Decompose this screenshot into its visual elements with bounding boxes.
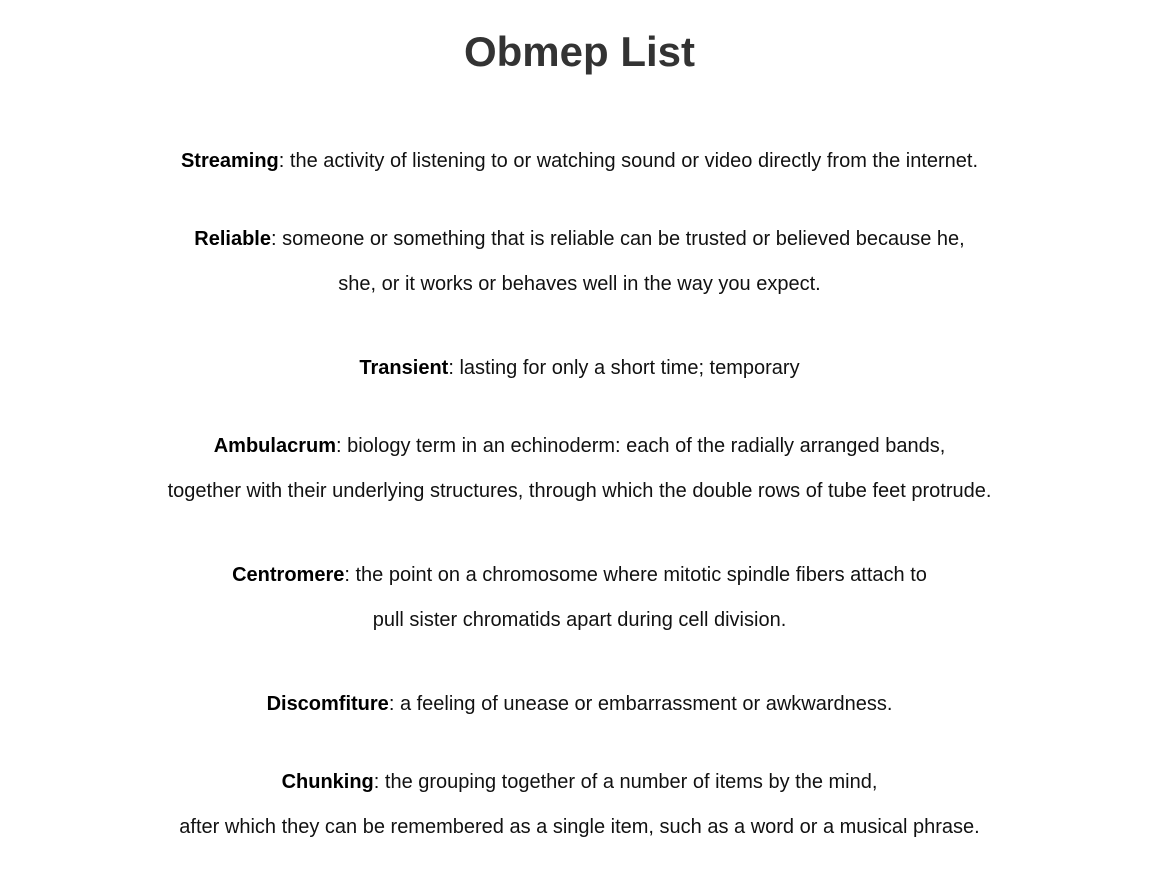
term-separator: : (448, 357, 460, 379)
definition-entry: Streaming: the activity of listening to … (0, 139, 1159, 184)
definition-entry: Chunking: the grouping together of a num… (0, 760, 1159, 850)
definition-line: pull sister chromatids apart during cell… (372, 609, 787, 631)
definition-line: Chunking: the grouping together of a num… (0, 760, 1159, 805)
definition-text: someone or something that is reliable ca… (282, 228, 965, 250)
definition-text: a feeling of unease or embarrassment or … (399, 693, 893, 715)
definition-line: Ambulacrum: biology term in an echinoder… (0, 424, 1159, 469)
term-separator: : (373, 771, 385, 793)
definition-line: Transient: lasting for only a short time… (0, 346, 1159, 391)
definition-text: the activity of listening to or watching… (289, 150, 979, 172)
definition-line: Discomfiture: a feeling of unease or emb… (0, 682, 1159, 727)
term: Streaming (180, 150, 279, 172)
definition-line: Reliable: someone or something that is r… (0, 217, 1159, 262)
term-separator: : (344, 564, 356, 586)
page-title: Obmep List (463, 28, 696, 75)
definition-line: she, or it works or behaves well in the … (338, 273, 821, 295)
term: Transient (359, 357, 449, 379)
definition-text: biology term in an echinoderm: each of t… (347, 435, 946, 457)
definition-text: lasting for only a short time; temporary (459, 357, 800, 379)
term-separator: : (388, 693, 400, 715)
definition-line: after which they can be remembered as a … (179, 816, 980, 838)
term-separator: : (278, 150, 290, 172)
term-separator: : (270, 228, 283, 250)
term: Reliable (194, 228, 271, 250)
definition-text: the grouping together of a number of ite… (384, 771, 878, 793)
term: Ambulacrum (213, 435, 336, 457)
term: Centromere (232, 564, 345, 586)
term-separator: : (335, 435, 348, 457)
term: Discomfiture (266, 693, 389, 715)
definition-entry: Reliable: someone or something that is r… (0, 217, 1159, 307)
definition-entry: Discomfiture: a feeling of unease or emb… (0, 682, 1159, 727)
term: Chunking (281, 771, 374, 793)
definition-line: together with their underlying structure… (167, 480, 992, 502)
definition-entry: Ambulacrum: biology term in an echinoder… (0, 424, 1159, 514)
definition-line: Streaming: the activity of listening to … (0, 139, 1159, 184)
definition-entry: Transient: lasting for only a short time… (0, 346, 1159, 391)
definition-text: the point on a chromosome where mitotic … (355, 564, 927, 586)
page: Obmep List Streaming: the activity of li… (0, 0, 1159, 869)
definition-line: Centromere: the point on a chromosome wh… (0, 553, 1159, 598)
definition-entry: Centromere: the point on a chromosome wh… (0, 553, 1159, 643)
